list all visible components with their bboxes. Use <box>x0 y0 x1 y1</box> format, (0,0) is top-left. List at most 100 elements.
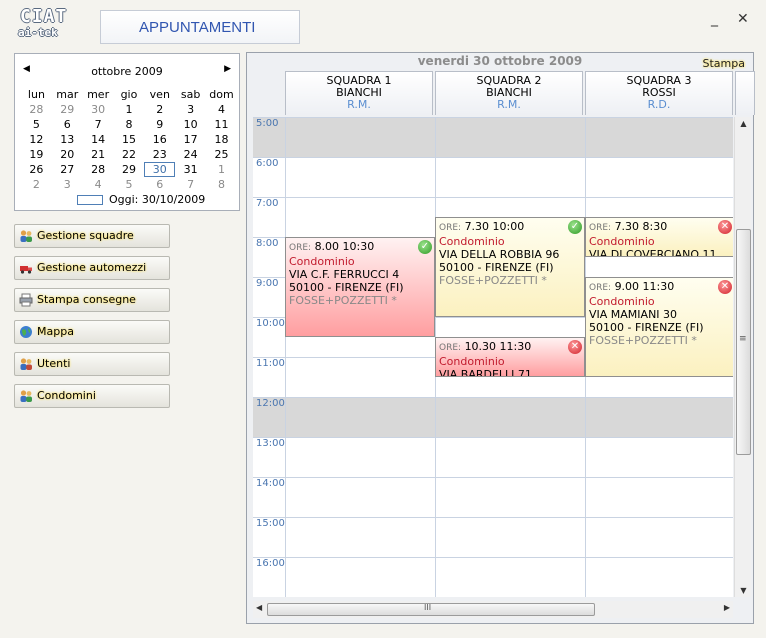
calendar-day[interactable]: 8 <box>114 117 145 132</box>
appointment-service: FOSSE+POZZETTI * <box>439 274 547 287</box>
calendar-day[interactable]: 4 <box>83 177 114 192</box>
calendar-day[interactable]: 24 <box>175 147 206 162</box>
print-deliveries-button[interactable]: Stampa consegne <box>14 288 170 312</box>
appointment-city: 50100 - FIRENZE (FI) <box>439 261 554 274</box>
horizontal-scroll-thumb[interactable]: III <box>267 603 595 616</box>
calendar-day[interactable]: 3 <box>175 102 206 117</box>
calendar-day[interactable]: 16 <box>144 132 175 147</box>
calendar-week-row: 12 13 14 15 16 17 18 <box>21 132 237 147</box>
next-month-icon[interactable]: ▶ <box>224 64 231 74</box>
map-button[interactable]: Mappa <box>14 320 170 344</box>
team-icon <box>20 230 32 242</box>
column-header-team2[interactable]: SQUADRA 2 BIANCHI R.M. <box>435 71 583 115</box>
calendar-day[interactable]: 11 <box>206 117 237 132</box>
appointment-card[interactable]: ✕ ORE: 10.30 11:30 Condominio VIA BARDEL… <box>435 337 585 377</box>
manage-teams-button[interactable]: Gestione squadre <box>14 224 170 248</box>
manage-vehicles-button[interactable]: Gestione automezzi <box>14 256 170 280</box>
scroll-left-icon[interactable]: ◀ <box>256 603 262 612</box>
calendar-day[interactable]: 30 <box>83 102 114 117</box>
hour-row[interactable]: 6:00 <box>253 157 733 197</box>
close-icon[interactable]: ✕ <box>737 12 749 26</box>
hour-label: 5:00 <box>256 118 279 129</box>
calendar-day[interactable]: 21 <box>83 147 114 162</box>
calendar-day[interactable]: 19 <box>21 147 52 162</box>
app-logo: CIAT ai-tek <box>18 6 70 42</box>
calendar-day[interactable]: 27 <box>52 162 83 177</box>
calendar-day[interactable]: 13 <box>52 132 83 147</box>
calendar-day[interactable]: 2 <box>144 102 175 117</box>
hour-label: 9:00 <box>256 278 279 289</box>
calendar-day[interactable]: 23 <box>144 147 175 162</box>
logo-subtext: ai-tek <box>18 26 58 39</box>
appointment-street: VIA C.F. FERRUCCI 4 <box>289 268 400 281</box>
calendar-day[interactable]: 17 <box>175 132 206 147</box>
calendar-day[interactable]: 18 <box>206 132 237 147</box>
calendar-day[interactable]: 5 <box>114 177 145 192</box>
hour-row[interactable]: 14:00 <box>253 477 733 517</box>
calendar-day[interactable]: 26 <box>21 162 52 177</box>
appointment-card[interactable]: ✓ ORE: 8.00 10:30 Condominio VIA C.F. FE… <box>285 237 435 337</box>
scroll-right-icon[interactable]: ▶ <box>724 603 730 612</box>
minimize-icon[interactable]: _ <box>711 12 718 26</box>
calendar-day[interactable]: 28 <box>21 102 52 117</box>
appointment-hours-label: ORE: <box>439 343 462 353</box>
scroll-up-icon[interactable]: ▲ <box>735 119 752 128</box>
calendar-day[interactable]: 6 <box>144 177 175 192</box>
calendar-day[interactable]: 20 <box>52 147 83 162</box>
appointment-card[interactable]: ✕ ORE: 9.00 11:30 Condominio VIA MAMIANI… <box>585 277 733 377</box>
hour-row[interactable]: 15:00 <box>253 517 733 557</box>
calendar-week-row: 28 29 30 1 2 3 4 <box>21 102 237 117</box>
calendar-day[interactable]: 14 <box>83 132 114 147</box>
day-schedule: venerdi 30 ottobre 2009 Stampa SQUADRA 1… <box>246 52 755 624</box>
calendar-day[interactable]: 7 <box>83 117 114 132</box>
column-header-team3[interactable]: SQUADRA 3 ROSSI R.D. <box>585 71 733 115</box>
appointment-hours-label: ORE: <box>589 283 612 293</box>
calendar-day[interactable]: 12 <box>21 132 52 147</box>
hour-row[interactable]: 16:00 <box>253 557 733 597</box>
calendar-day[interactable]: 15 <box>114 132 145 147</box>
hour-label: 7:00 <box>256 198 279 209</box>
hour-row[interactable]: 5:00 <box>253 117 733 157</box>
hour-row[interactable]: 12:00 <box>253 397 733 437</box>
calendar-grid: lun mar mer gio ven sab dom 28 29 30 1 2… <box>21 87 237 192</box>
today-link[interactable]: Oggi: 30/10/2009 <box>77 193 205 206</box>
calendar-day[interactable]: 28 <box>83 162 114 177</box>
column-header-team1[interactable]: SQUADRA 1 BIANCHI R.M. <box>285 71 433 115</box>
appointment-card[interactable]: ✕ ORE: 7.30 8:30 Condominio VIA DI COVER… <box>585 217 733 257</box>
weekday-label: ven <box>149 88 170 101</box>
calendar-day[interactable]: 7 <box>175 177 206 192</box>
cancelled-icon: ✕ <box>718 280 732 294</box>
calendar-day[interactable]: 8 <box>206 177 237 192</box>
vertical-scrollbar[interactable]: ▲ ≡ ▼ <box>734 117 751 597</box>
appointment-hours-label: ORE: <box>439 223 462 233</box>
calendar-day[interactable]: 2 <box>21 177 52 192</box>
appointment-card[interactable]: ✓ ORE: 7.30 10:00 Condominio VIA DELLA R… <box>435 217 585 317</box>
manage-teams-label: Gestione squadre <box>37 229 134 242</box>
users-button[interactable]: Utenti <box>14 352 170 376</box>
appointment-time: 7.30 8:30 <box>614 220 668 233</box>
calendar-day[interactable]: 5 <box>21 117 52 132</box>
horizontal-scrollbar[interactable]: ◀ III ▶ <box>253 601 733 618</box>
hour-label: 10:00 <box>256 318 285 329</box>
calendar-day[interactable]: 6 <box>52 117 83 132</box>
print-link[interactable]: Stampa <box>703 57 745 70</box>
calendar-day[interactable]: 4 <box>206 102 237 117</box>
calendar-day[interactable]: 3 <box>52 177 83 192</box>
calendar-day[interactable]: 25 <box>206 147 237 162</box>
condos-button[interactable]: Condomini <box>14 384 170 408</box>
hour-row[interactable]: 13:00 <box>253 437 733 477</box>
calendar-day[interactable]: 10 <box>175 117 206 132</box>
calendar-day[interactable]: 29 <box>114 162 145 177</box>
vertical-scroll-thumb[interactable]: ≡ <box>736 229 751 455</box>
calendar-day-selected[interactable]: 30 <box>144 162 176 177</box>
calendar-day[interactable]: 1 <box>206 162 237 177</box>
condos-label: Condomini <box>37 389 96 402</box>
calendar-day[interactable]: 29 <box>52 102 83 117</box>
scroll-down-icon[interactable]: ▼ <box>735 586 752 595</box>
grip-icon: ≡ <box>739 334 747 344</box>
today-marker-icon <box>77 195 103 205</box>
calendar-day[interactable]: 22 <box>114 147 145 162</box>
calendar-day[interactable]: 9 <box>144 117 175 132</box>
calendar-day[interactable]: 1 <box>114 102 145 117</box>
calendar-day[interactable]: 31 <box>175 162 206 177</box>
